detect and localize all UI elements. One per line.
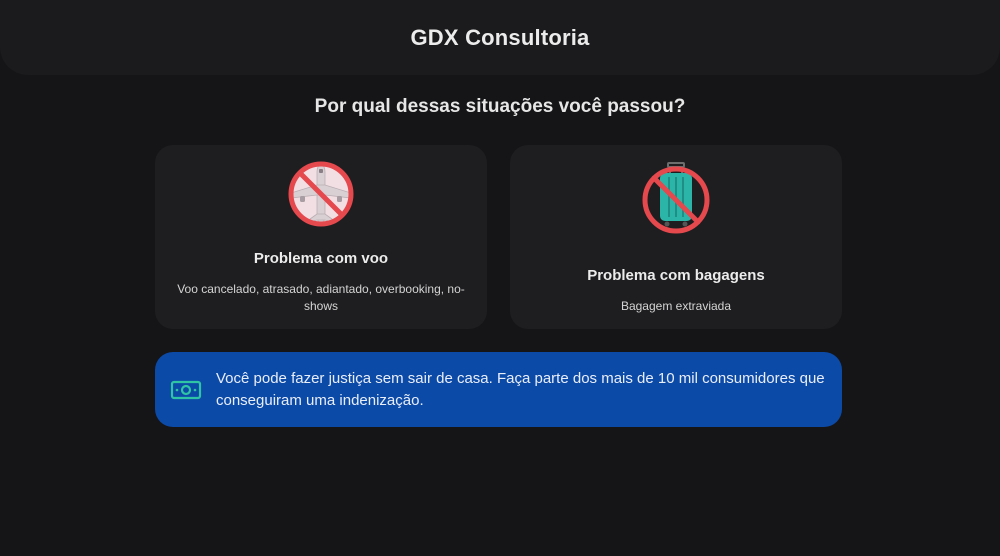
baggage-problem-title: Problema com bagagens	[587, 267, 765, 284]
baggage-problem-description: Bagagem extraviada	[620, 299, 732, 313]
no-flight-icon	[288, 161, 354, 227]
app-header: GDX Consultoria	[0, 0, 1000, 75]
info-banner: Você pode fazer justiça sem sair de casa…	[155, 352, 842, 427]
flight-problem-title: Problema com voo	[253, 250, 389, 267]
flight-problem-card[interactable]: Problema com voo Voo cancelado, atrasado…	[155, 145, 487, 329]
flight-problem-description: Voo cancelado, atrasado, adiantado, over…	[177, 282, 465, 313]
app-title: GDX Consultoria	[410, 24, 590, 50]
baggage-problem-card[interactable]: Problema com bagagens Bagagem extraviada	[510, 145, 842, 329]
money-icon	[170, 380, 202, 399]
no-luggage-icon	[642, 162, 710, 234]
banner-text: Você pode fazer justiça sem sair de casa…	[216, 369, 825, 409]
question-heading: Por qual dessas situações você passou?	[314, 96, 686, 117]
